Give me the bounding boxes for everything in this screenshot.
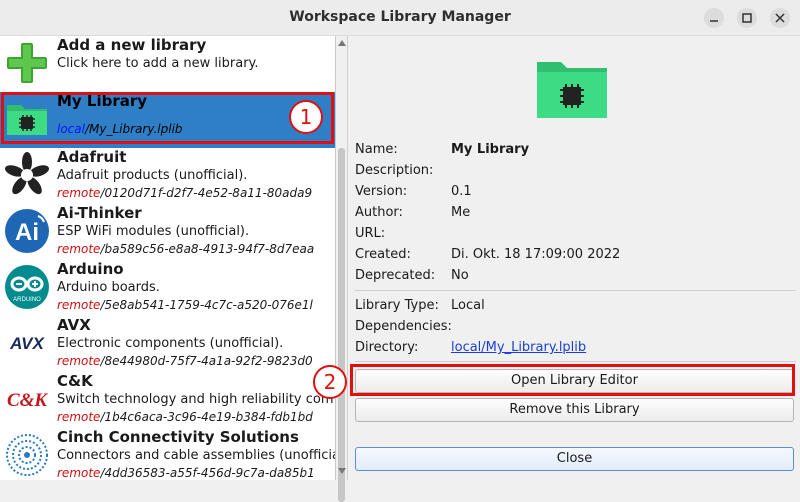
scroll-thumb[interactable] — [338, 148, 345, 502]
minimize-button[interactable] — [704, 8, 724, 28]
divider — [355, 361, 796, 362]
list-item-ck[interactable]: C&K C&K Switch technology and high relia… — [0, 372, 335, 428]
library-path: remote/1b4c6aca-3c96-4e19-b384-fdb1bd — [57, 410, 313, 424]
library-path: remote/8e44980d-75f7-4a1a-92f2-9823d0 — [57, 354, 313, 368]
library-path: remote/5e8ab541-1759-4c7c-a520-076e1l — [57, 298, 313, 312]
library-type-label: Library Type: — [355, 298, 439, 313]
path-scheme: remote — [57, 242, 101, 256]
svg-text:ARDUINO: ARDUINO — [13, 297, 41, 303]
library-description: Switch technology and high reliability c… — [57, 392, 334, 407]
library-description: ESP WiFi modules (unofficial). — [57, 224, 250, 239]
name-label: Name: — [355, 142, 398, 157]
list-item-ai-thinker[interactable]: Ai Ai-Thinker ESP WiFi modules (unoffici… — [0, 204, 335, 260]
scroll-down-icon[interactable] — [338, 468, 346, 474]
library-name: AVX — [57, 316, 91, 334]
path-scheme: remote — [57, 466, 101, 480]
library-description: Click here to add a new library. — [57, 56, 259, 71]
library-details-pane: Name: My Library Description: Version: 0… — [348, 36, 800, 480]
library-description: Arduino boards. — [57, 280, 160, 295]
window-title: Workspace Library Manager — [289, 9, 511, 25]
library-path: remote/4dd36583-a55f-456d-9c7a-da85b1 — [57, 466, 315, 480]
ck-logo-icon: C&K — [7, 390, 48, 411]
path-location: /5e8ab541-1759-4c7c-a520-076e1l — [100, 298, 313, 312]
library-description: Electronic components (unofficial). — [57, 336, 284, 351]
annotation-badge-2: 2 — [313, 365, 347, 399]
plus-icon — [7, 43, 47, 83]
remove-library-button[interactable]: Remove this Library — [355, 398, 794, 422]
path-scheme: remote — [57, 186, 101, 200]
library-name: Arduino — [57, 260, 124, 278]
library-name: Add a new library — [57, 36, 207, 54]
created-label: Created: — [355, 247, 411, 262]
library-name: Cinch Connectivity Solutions — [57, 428, 299, 446]
annotation-highlight-1 — [1, 92, 334, 144]
path-scheme: remote — [57, 354, 101, 368]
library-path: remote/0120d71f-d2f7-4e52-8a11-80ada9 — [57, 186, 312, 200]
maximize-icon — [742, 13, 752, 23]
path-location: /0120d71f-d2f7-4e52-8a11-80ada9 — [100, 186, 313, 200]
library-description: Adafruit products (unofficial). — [57, 168, 248, 183]
created-value: Di. Okt. 18 17:09:00 2022 — [451, 247, 621, 262]
adafruit-logo-icon — [5, 152, 49, 195]
directory-link[interactable]: local/My_Library.lplib — [451, 340, 586, 355]
deprecated-label: Deprecated: — [355, 268, 436, 283]
list-item-avx[interactable]: AVX AVX Electronic components (unofficia… — [0, 316, 335, 372]
description-label: Description: — [355, 163, 434, 178]
svg-text:C&K: C&K — [7, 390, 48, 411]
path-location: /ba589c56-e8a8-4913-94f7-8d7eaa — [100, 242, 315, 256]
author-value: Me — [451, 205, 471, 220]
dependencies-label: Dependencies: — [355, 319, 452, 334]
svg-text:AVX: AVX — [9, 334, 45, 353]
arduino-logo-icon: ARDUINO — [5, 265, 49, 309]
window-titlebar: Workspace Library Manager — [0, 0, 800, 36]
avx-logo-icon: AVX — [9, 334, 45, 353]
path-location: /1b4c6aca-3c96-4e19-b384-fdb1bd — [100, 410, 313, 424]
library-name: Adafruit — [57, 148, 127, 166]
library-path: remote/ba589c56-e8a8-4913-94f7-8d7eaa — [57, 242, 314, 256]
url-label: URL: — [355, 226, 386, 241]
list-item-arduino[interactable]: ARDUINO Arduino Arduino boards. remote/5… — [0, 260, 335, 316]
author-label: Author: — [355, 205, 403, 220]
divider — [355, 290, 796, 291]
library-name: Ai-Thinker — [57, 204, 142, 222]
path-location: /4dd36583-a55f-456d-9c7a-da85b1 — [100, 466, 315, 480]
list-item-adafruit[interactable]: Adafruit Adafruit products (unofficial).… — [0, 148, 335, 204]
svg-text:Ai: Ai — [15, 219, 39, 246]
path-scheme: remote — [57, 410, 101, 424]
cinch-logo-icon — [6, 434, 48, 476]
list-scrollbar[interactable] — [336, 36, 348, 502]
version-value: 0.1 — [451, 184, 472, 199]
list-item-add-library[interactable]: Add a new library Click here to add a ne… — [0, 36, 335, 92]
library-name: C&K — [57, 372, 93, 390]
name-value: My Library — [451, 142, 530, 157]
annotation-badge-1: 1 — [289, 100, 323, 134]
ai-thinker-logo-icon: Ai — [5, 209, 49, 253]
deprecated-value: No — [451, 268, 469, 283]
library-type-value: Local — [451, 298, 485, 313]
scroll-up-icon[interactable] — [338, 40, 346, 46]
library-description: Connectors and cable assemblies (unoffic… — [57, 448, 336, 463]
maximize-button[interactable] — [737, 8, 757, 28]
directory-label: Directory: — [355, 340, 419, 355]
close-button[interactable]: Close — [355, 447, 794, 471]
list-item-cinch[interactable]: Cinch Connectivity Solutions Connectors … — [0, 428, 336, 480]
path-scheme: remote — [57, 298, 101, 312]
annotation-highlight-2 — [350, 364, 795, 396]
close-icon — [775, 13, 785, 23]
close-window-button[interactable] — [770, 8, 790, 28]
version-label: Version: — [355, 184, 408, 199]
minimize-icon — [710, 20, 718, 22]
path-location: /8e44980d-75f7-4a1a-92f2-9823d0 — [100, 354, 313, 368]
library-folder-icon — [537, 62, 607, 118]
